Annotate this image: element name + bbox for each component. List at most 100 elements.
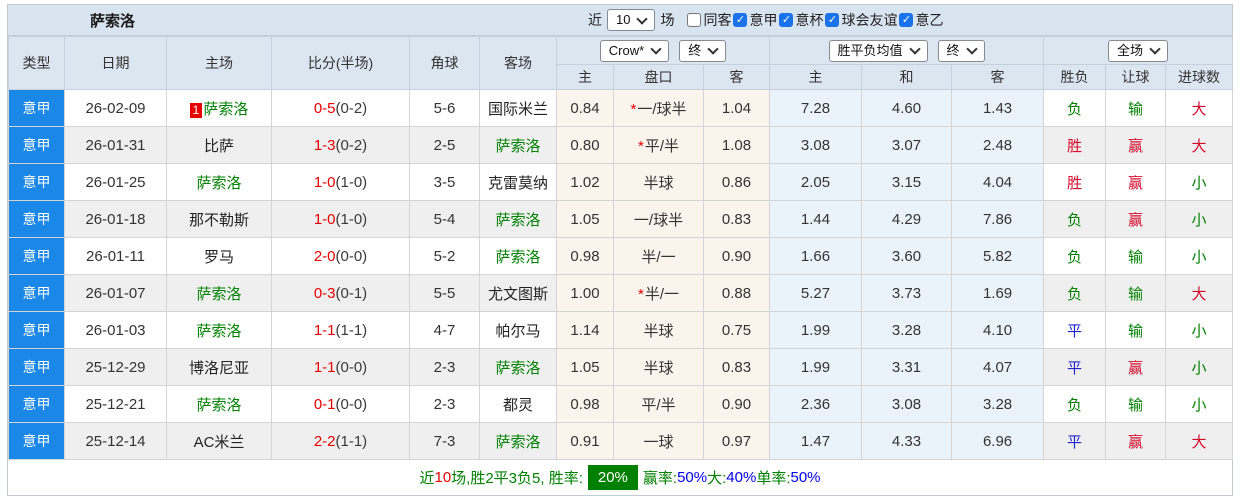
date-cell: 26-01-11 — [64, 237, 167, 275]
home-team-cell: 萨索洛 — [166, 274, 272, 312]
result-handicap-cell: 赢 — [1105, 163, 1167, 201]
col-header-score: 比分(半场) — [271, 36, 410, 90]
star-icon: * — [637, 285, 644, 303]
away-team-cell: 克雷莫纳 — [479, 163, 557, 201]
score-cell: 2-2(1-1) — [271, 422, 410, 460]
halftime-score: (1-0) — [335, 173, 368, 191]
avg-time-select[interactable]: 终 — [937, 39, 985, 62]
summary-footer: 近 10 场,胜2平3负5, 胜率: 20% 赢率: 50% 大: 40% 单率: 50% — [8, 460, 1232, 495]
result-handicap-cell: 输 — [1105, 237, 1167, 275]
league-cell: 意甲 — [8, 126, 65, 164]
avg-draw-cell: 3.31 — [861, 348, 953, 386]
fulltime-score: 2-2 — [313, 432, 336, 450]
home-team-name: 罗马 — [203, 248, 234, 266]
result-handicap-cell: 赢 — [1105, 422, 1167, 460]
handicap-text: 一/球半 — [633, 211, 684, 229]
handicap-text: 一/球半 — [637, 100, 687, 118]
away-team-cell: 萨索洛 — [479, 126, 557, 164]
filter-意乙[interactable]: ✓ 意乙 — [899, 10, 943, 30]
star-icon: * — [630, 100, 637, 118]
fulltime-score: 1-3 — [313, 136, 336, 154]
recent-prefix-label: 近 — [588, 12, 602, 28]
avg-win-cell: 1.47 — [769, 422, 863, 460]
result-goals-cell: 大 — [1165, 274, 1234, 312]
corner-cell: 4-7 — [409, 311, 480, 349]
halftime-score: (0-1) — [335, 284, 368, 302]
footer-stat: 单率: — [756, 470, 791, 487]
footer-stat: 赢率: — [642, 470, 678, 487]
home-team-cell: 1 萨索洛 — [166, 89, 272, 127]
halftime-score: (1-1) — [335, 432, 368, 450]
avg-draw-cell: 3.73 — [861, 274, 953, 312]
home-team-name: 萨索洛 — [203, 100, 249, 118]
result-handicap-cell: 赢 — [1105, 126, 1167, 164]
score-cell: 2-0(0-0) — [271, 237, 410, 275]
score-cell: 1-1(0-0) — [271, 348, 410, 386]
odds-company-select[interactable]: Crow* — [599, 39, 670, 62]
score-cell: 0-3(0-1) — [271, 274, 410, 312]
away-team-cell: 萨索洛 — [479, 237, 557, 275]
avg-type-select[interactable]: 胜平负均值 — [828, 39, 928, 62]
avg-win-cell: 3.08 — [769, 126, 863, 164]
avg-win-cell: 5.27 — [769, 274, 863, 312]
avg-draw-cell: 3.60 — [861, 237, 953, 275]
away-team-name: 萨索洛 — [495, 211, 541, 229]
result-wdl-cell: 负 — [1043, 385, 1107, 423]
handicap-text: 平/半 — [641, 396, 676, 414]
odds-away-cell: 0.83 — [702, 348, 771, 386]
avg-select-group: 胜平负均值 终 — [769, 36, 1045, 65]
rank-badge: 1 — [189, 102, 203, 118]
avg-lose-cell: 3.28 — [951, 385, 1045, 423]
checkbox-checked-icon[interactable]: ✓ — [733, 13, 748, 27]
match-stats-widget: 萨索洛 近 10 场 同客 ✓ 意甲 ✓ 意杯 ✓ 球会友谊 ✓ 意乙 类型 日期 主场 比分(… — [7, 4, 1234, 496]
away-team-cell: 都灵 — [479, 385, 557, 423]
scope-select[interactable]: 全场 — [1108, 39, 1169, 62]
recent-count-select[interactable]: 10 — [607, 9, 656, 31]
away-team-cell: 尤文图斯 — [479, 274, 557, 312]
avg-lose-cell: 7.86 — [951, 200, 1045, 238]
handicap-cell: *半/一 — [613, 274, 704, 312]
col-header-date: 日期 — [64, 36, 167, 90]
league-cell: 意甲 — [8, 200, 65, 238]
col-header-home: 主场 — [166, 36, 272, 90]
col-header-进球数: 进球数 — [1165, 64, 1234, 90]
checkbox-checked-icon[interactable]: ✓ — [779, 13, 794, 27]
fulltime-score: 0-3 — [313, 284, 336, 302]
date-cell: 26-01-07 — [64, 274, 167, 312]
date-cell: 26-01-18 — [64, 200, 167, 238]
avg-draw-cell: 4.60 — [861, 89, 953, 127]
odds-time-select[interactable]: 终 — [679, 39, 727, 62]
home-team-name: 萨索洛 — [196, 174, 242, 192]
avg-lose-cell: 4.07 — [951, 348, 1045, 386]
odds-away-cell: 0.86 — [702, 163, 771, 201]
checkbox-unchecked-icon[interactable] — [687, 13, 702, 27]
fulltime-score: 1-0 — [313, 173, 336, 191]
home-team-cell: 萨索洛 — [166, 385, 272, 423]
filter-球会友谊[interactable]: ✓ 球会友谊 — [825, 10, 897, 30]
odds-select-group: Crow* 终 — [555, 36, 771, 65]
result-goals-cell: 大 — [1165, 422, 1234, 460]
filter-意杯[interactable]: ✓ 意杯 — [779, 10, 823, 30]
col-header-corner: 角球 — [409, 36, 480, 90]
away-team-name: 国际米兰 — [487, 100, 548, 118]
checkbox-checked-icon[interactable]: ✓ — [899, 13, 914, 27]
date-cell: 26-01-25 — [64, 163, 167, 201]
away-team-name: 克雷莫纳 — [487, 174, 548, 192]
avg-time-value: 终 — [946, 42, 960, 58]
handicap-cell: 半球 — [613, 348, 704, 386]
filter-同客[interactable]: 同客 — [687, 10, 731, 30]
away-team-cell: 萨索洛 — [479, 422, 557, 460]
result-goals-cell: 小 — [1165, 348, 1234, 386]
table-row: 意甲 25-12-14 AC米兰 2-2(1-1) 7-3 萨索洛 0.91 一球 0.97 1.… — [8, 422, 1234, 460]
odds-home-cell: 0.98 — [556, 237, 614, 275]
checkbox-checked-icon[interactable]: ✓ — [825, 13, 840, 27]
halftime-score: (0-2) — [335, 136, 368, 154]
result-handicap-cell: 输 — [1105, 274, 1167, 312]
fulltime-score: 2-0 — [313, 247, 336, 265]
result-handicap-cell: 输 — [1105, 311, 1167, 349]
date-cell: 26-01-31 — [64, 126, 167, 164]
date-cell: 25-12-29 — [64, 348, 167, 386]
filter-意甲[interactable]: ✓ 意甲 — [733, 10, 777, 30]
result-wdl-cell: 负 — [1043, 237, 1107, 275]
corner-cell: 2-3 — [409, 385, 480, 423]
